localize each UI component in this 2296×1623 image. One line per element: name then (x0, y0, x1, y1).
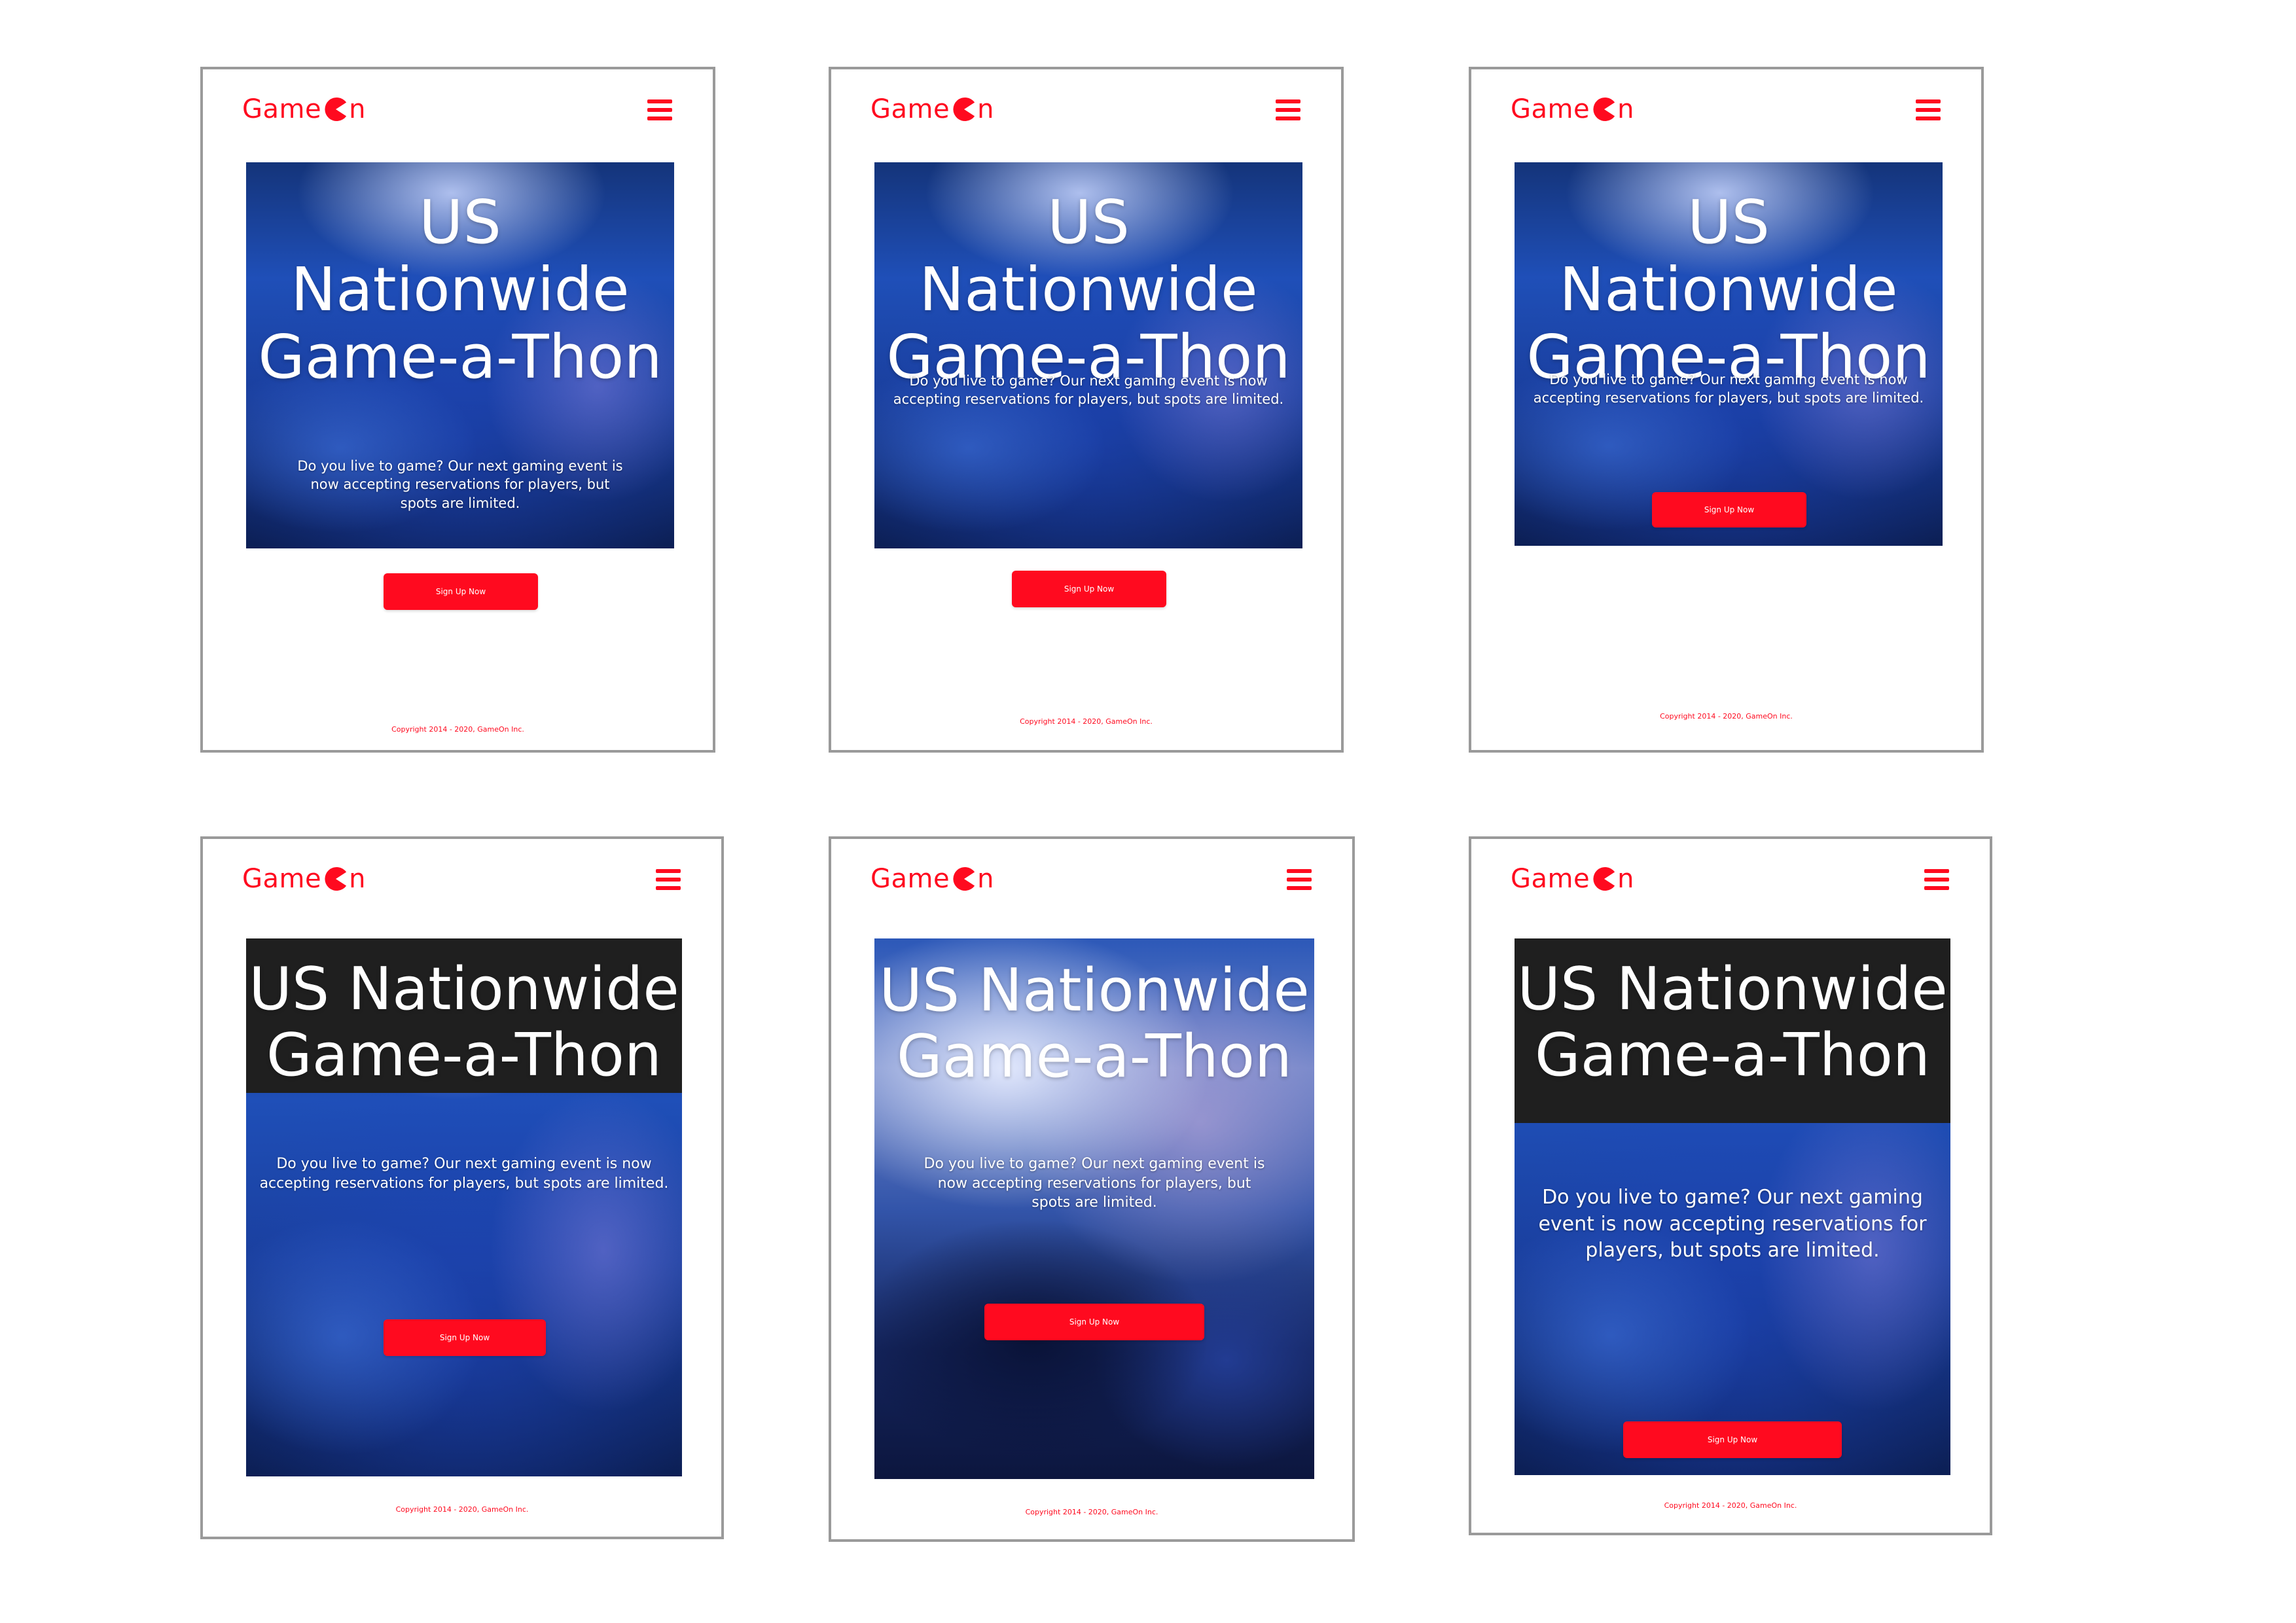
hero-description: Do you live to game? Our next gaming eve… (1533, 372, 1924, 406)
logo-text-n: n (977, 94, 994, 124)
mockup-3: Game n US Nationwide Game-a-Thon Do you … (1469, 67, 1984, 753)
hero-section: US Nationwide Game-a-Thon Do you live to… (246, 162, 674, 548)
logo-text-game: Game (870, 864, 950, 894)
footer-copyright: Copyright 2014 - 2020, GameOn Inc. (1020, 717, 1153, 726)
pacman-o-icon (323, 866, 348, 891)
pacman-o-icon (952, 866, 977, 891)
pacman-o-icon (1592, 97, 1617, 122)
pacman-o-icon (1592, 866, 1617, 891)
hamburger-menu-icon[interactable] (1287, 869, 1312, 890)
mockup-5: Game n US Nationwide Game-a-Thon Do you … (829, 836, 1355, 1542)
hero-section: US Nationwide Game-a-Thon Do you live to… (246, 938, 682, 1476)
hero-title-line2: Game-a-Thon (258, 322, 662, 393)
hero-title-line2: Game-a-Thon (266, 1020, 662, 1090)
hero-title-line1: US Nationwide (879, 956, 1310, 1025)
hero-title-line1: US Nationwide (249, 955, 679, 1024)
hamburger-menu-icon[interactable] (1276, 99, 1300, 120)
logo-text-n: n (1617, 94, 1634, 124)
gameon-logo[interactable]: Game n (242, 94, 366, 124)
hero-title: US Nationwide Game-a-Thon (246, 955, 682, 1090)
sign-up-button[interactable]: Sign Up Now (984, 1304, 1204, 1340)
pacman-o-icon (952, 97, 977, 122)
mockup-4: Game n US Nationwide Game-a-Thon Do you … (200, 836, 724, 1539)
hero-title-line1: US Nationwide (291, 187, 630, 325)
hero-title: US Nationwide Game-a-Thon (874, 188, 1302, 391)
logo-text-n: n (1617, 864, 1634, 894)
sign-up-button[interactable]: Sign Up Now (1012, 571, 1166, 607)
hero-title-line2: Game-a-Thon (897, 1022, 1292, 1091)
hero-section: US Nationwide Game-a-Thon Do you live to… (1515, 162, 1943, 546)
footer-copyright: Copyright 2014 - 2020, GameOn Inc. (1660, 712, 1793, 721)
logo-text-game: Game (242, 94, 322, 124)
gameon-logo[interactable]: Game n (1511, 864, 1634, 894)
footer-copyright: Copyright 2014 - 2020, GameOn Inc. (395, 1505, 529, 1514)
hero-title-line1: US Nationwide (919, 187, 1258, 325)
gameon-logo[interactable]: Game n (242, 864, 366, 894)
footer-copyright: Copyright 2014 - 2020, GameOn Inc. (1664, 1501, 1797, 1510)
logo-text-game: Game (1511, 864, 1590, 894)
hero-title-line1: US Nationwide (1559, 187, 1898, 325)
hero-description: Do you live to game? Our next gaming eve… (893, 373, 1284, 408)
footer-copyright: Copyright 2014 - 2020, GameOn Inc. (1025, 1508, 1158, 1516)
hero-section: US Nationwide Game-a-Thon Do you live to… (874, 938, 1314, 1479)
hero-title-line1: US Nationwide (1517, 955, 1948, 1024)
pacman-o-icon (323, 97, 348, 122)
hero-description: Do you live to game? Our next gaming eve… (297, 458, 623, 511)
hamburger-menu-icon[interactable] (656, 869, 681, 890)
sign-up-button[interactable]: Sign Up Now (384, 1319, 546, 1356)
gameon-logo[interactable]: Game n (870, 864, 994, 894)
hero-title: US Nationwide Game-a-Thon (246, 188, 674, 391)
hero-title: US Nationwide Game-a-Thon (874, 956, 1314, 1091)
logo-text-n: n (977, 864, 994, 894)
logo-text-game: Game (242, 864, 322, 894)
hero-title: US Nationwide Game-a-Thon (1515, 955, 1950, 1090)
sign-up-button[interactable]: Sign Up Now (384, 573, 538, 610)
hero-title-line2: Game-a-Thon (1535, 1020, 1930, 1090)
sign-up-button[interactable]: Sign Up Now (1623, 1421, 1842, 1458)
gameon-logo[interactable]: Game n (1511, 94, 1634, 124)
hero-section: US Nationwide Game-a-Thon Do you live to… (874, 162, 1302, 548)
hero-description: Do you live to game? Our next gaming eve… (924, 1156, 1265, 1211)
hamburger-menu-icon[interactable] (647, 99, 672, 120)
gameon-logo[interactable]: Game n (870, 94, 994, 124)
logo-text-n: n (349, 864, 366, 894)
hero-title: US Nationwide Game-a-Thon (1515, 188, 1943, 391)
hero-description: Do you live to game? Our next gaming eve… (259, 1156, 669, 1192)
sign-up-button[interactable]: Sign Up Now (1652, 492, 1806, 527)
hamburger-menu-icon[interactable] (1916, 99, 1941, 120)
logo-text-game: Game (870, 94, 950, 124)
mockup-6: Game n US Nationwide Game-a-Thon Do you … (1469, 836, 1992, 1535)
hero-section: US Nationwide Game-a-Thon Do you live to… (1515, 938, 1950, 1475)
mockup-2: Game n US Nationwide Game-a-Thon Do you … (829, 67, 1344, 753)
logo-text-n: n (349, 94, 366, 124)
hamburger-menu-icon[interactable] (1924, 869, 1949, 890)
mockup-1: Game n US Nationwide Game-a-Thon Do you … (200, 67, 715, 753)
footer-copyright: Copyright 2014 - 2020, GameOn Inc. (391, 725, 524, 734)
hero-description: Do you live to game? Our next gaming eve… (1538, 1186, 1927, 1262)
logo-text-game: Game (1511, 94, 1590, 124)
